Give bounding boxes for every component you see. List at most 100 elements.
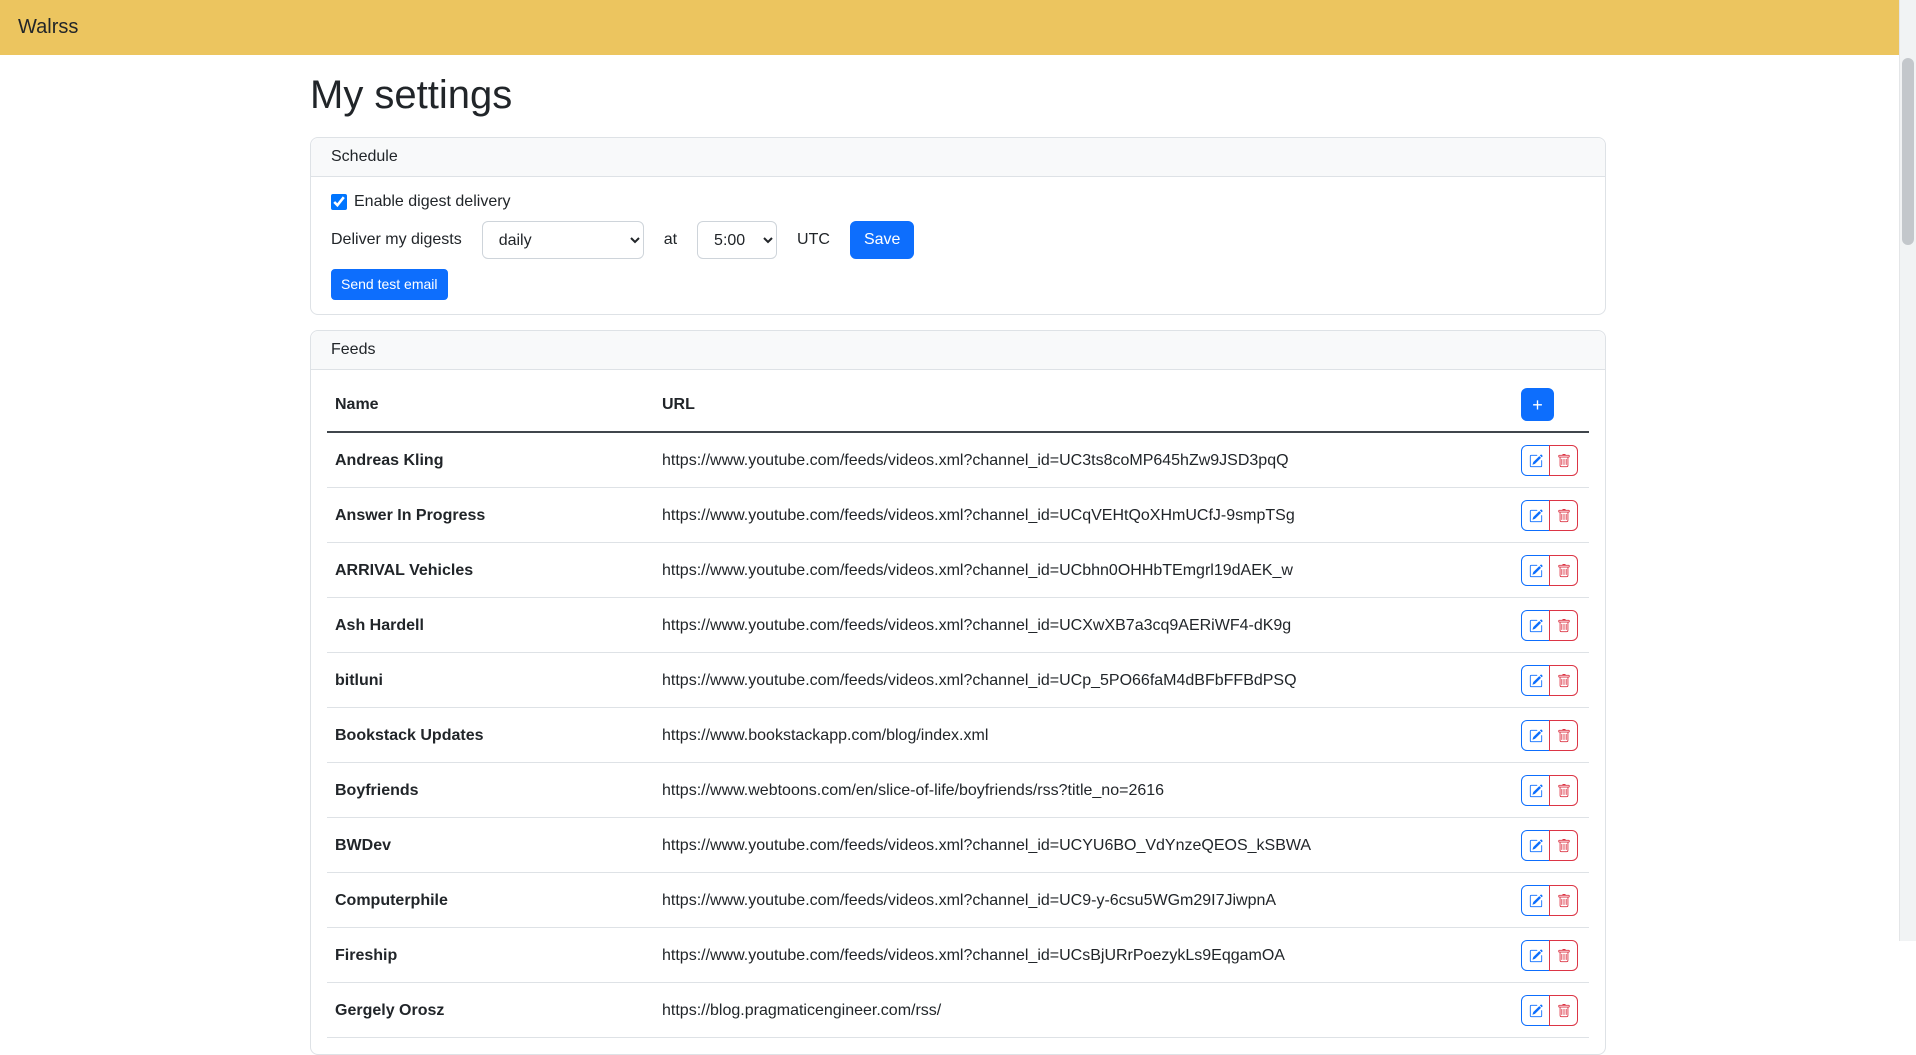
edit-feed-button[interactable] — [1521, 940, 1550, 971]
feed-actions-group — [1521, 610, 1578, 641]
delete-feed-button[interactable] — [1549, 830, 1578, 861]
feed-url-cell: https://www.youtube.com/feeds/videos.xml… — [654, 818, 1513, 873]
table-row: bitluni https://www.youtube.com/feeds/vi… — [327, 653, 1589, 708]
delete-feed-button[interactable] — [1549, 940, 1578, 971]
schedule-card-body: Enable digest delivery Deliver my digest… — [311, 177, 1605, 314]
delete-feed-button[interactable] — [1549, 555, 1578, 586]
frequency-select[interactable]: daily — [482, 221, 644, 259]
pencil-square-icon — [1529, 509, 1543, 523]
column-header-actions: + — [1513, 378, 1589, 432]
feed-actions-group — [1521, 665, 1578, 696]
edit-feed-button[interactable] — [1521, 665, 1550, 696]
delete-feed-button[interactable] — [1549, 885, 1578, 916]
edit-feed-button[interactable] — [1521, 720, 1550, 751]
add-feed-button[interactable]: + — [1521, 388, 1554, 421]
feed-actions-cell — [1513, 543, 1589, 598]
pencil-square-icon — [1529, 894, 1543, 908]
pencil-square-icon — [1529, 839, 1543, 853]
feed-name-cell: Bookstack Updates — [327, 708, 654, 763]
edit-feed-button[interactable] — [1521, 775, 1550, 806]
feed-actions-group — [1521, 720, 1578, 751]
deliver-label: Deliver my digests — [331, 231, 462, 249]
feed-actions-cell — [1513, 708, 1589, 763]
feed-actions-cell — [1513, 763, 1589, 818]
table-row: BWDev https://www.youtube.com/feeds/vide… — [327, 818, 1589, 873]
feed-actions-cell — [1513, 488, 1589, 543]
page-scrollbar[interactable] — [1899, 0, 1916, 941]
main-content: My settings Schedule Enable digest deliv… — [298, 55, 1618, 1055]
trash-icon — [1557, 564, 1571, 578]
save-button[interactable]: Save — [850, 221, 914, 259]
feed-actions-cell — [1513, 818, 1589, 873]
timezone-label: UTC — [797, 231, 830, 249]
feed-actions-group — [1521, 555, 1578, 586]
pencil-square-icon — [1529, 674, 1543, 688]
column-header-name: Name — [327, 378, 654, 432]
time-select[interactable]: 5:00 — [697, 221, 777, 259]
feeds-table: Name URL + Andreas Kling https://www.you… — [327, 378, 1589, 1038]
feed-actions-group — [1521, 995, 1578, 1026]
delete-feed-button[interactable] — [1549, 995, 1578, 1026]
pencil-square-icon — [1529, 619, 1543, 633]
delete-feed-button[interactable] — [1549, 500, 1578, 531]
feed-actions-cell — [1513, 598, 1589, 653]
edit-feed-button[interactable] — [1521, 885, 1550, 916]
feed-name-cell: Answer In Progress — [327, 488, 654, 543]
delete-feed-button[interactable] — [1549, 610, 1578, 641]
feed-actions-cell — [1513, 983, 1589, 1038]
trash-icon — [1557, 1004, 1571, 1018]
feeds-table-body: Andreas Kling https://www.youtube.com/fe… — [327, 432, 1589, 1038]
feed-url-cell: https://www.youtube.com/feeds/videos.xml… — [654, 928, 1513, 983]
feed-name-cell: BWDev — [327, 818, 654, 873]
feed-actions-cell — [1513, 928, 1589, 983]
scrollbar-thumb[interactable] — [1902, 58, 1914, 245]
feed-url-cell: https://www.youtube.com/feeds/videos.xml… — [654, 873, 1513, 928]
schedule-card-header: Schedule — [311, 138, 1605, 177]
feed-actions-group — [1521, 500, 1578, 531]
feed-name-cell: ARRIVAL Vehicles — [327, 543, 654, 598]
table-row: ARRIVAL Vehicles https://www.youtube.com… — [327, 543, 1589, 598]
feed-actions-cell — [1513, 873, 1589, 928]
table-row: Boyfriends https://www.webtoons.com/en/s… — [327, 763, 1589, 818]
feed-actions-group — [1521, 830, 1578, 861]
feed-url-cell: https://blog.pragmaticengineer.com/rss/ — [654, 983, 1513, 1038]
send-test-email-button[interactable]: Send test email — [331, 269, 448, 300]
edit-feed-button[interactable] — [1521, 500, 1550, 531]
delete-feed-button[interactable] — [1549, 445, 1578, 476]
edit-feed-button[interactable] — [1521, 995, 1550, 1026]
brand-link[interactable]: Walrss — [18, 16, 78, 39]
trash-icon — [1557, 509, 1571, 523]
feed-name-cell: Andreas Kling — [327, 432, 654, 488]
feed-actions-group — [1521, 885, 1578, 916]
feed-actions-group — [1521, 775, 1578, 806]
enable-digest-checkbox[interactable] — [331, 194, 347, 210]
delete-feed-button[interactable] — [1549, 775, 1578, 806]
trash-icon — [1557, 729, 1571, 743]
edit-feed-button[interactable] — [1521, 445, 1550, 476]
feed-name-cell: Fireship — [327, 928, 654, 983]
feeds-card-header: Feeds — [311, 331, 1605, 370]
enable-digest-label[interactable]: Enable digest delivery — [354, 193, 511, 211]
feeds-card: Feeds Name URL + Andreas Kling http — [310, 330, 1606, 1055]
table-row: Computerphile https://www.youtube.com/fe… — [327, 873, 1589, 928]
schedule-card: Schedule Enable digest delivery Deliver … — [310, 137, 1606, 315]
table-row: Bookstack Updates https://www.bookstacka… — [327, 708, 1589, 763]
trash-icon — [1557, 454, 1571, 468]
page-title: My settings — [310, 71, 1606, 119]
feed-url-cell: https://www.youtube.com/feeds/videos.xml… — [654, 432, 1513, 488]
feed-actions-group — [1521, 445, 1578, 476]
feed-url-cell: https://www.webtoons.com/en/slice-of-lif… — [654, 763, 1513, 818]
at-label: at — [664, 231, 677, 249]
edit-feed-button[interactable] — [1521, 555, 1550, 586]
feeds-table-header-row: Name URL + — [327, 378, 1589, 432]
delete-feed-button[interactable] — [1549, 720, 1578, 751]
edit-feed-button[interactable] — [1521, 830, 1550, 861]
feed-url-cell: https://www.youtube.com/feeds/videos.xml… — [654, 653, 1513, 708]
pencil-square-icon — [1529, 949, 1543, 963]
table-row: Ash Hardell https://www.youtube.com/feed… — [327, 598, 1589, 653]
column-header-url: URL — [654, 378, 1513, 432]
table-row: Fireship https://www.youtube.com/feeds/v… — [327, 928, 1589, 983]
edit-feed-button[interactable] — [1521, 610, 1550, 641]
pencil-square-icon — [1529, 1004, 1543, 1018]
delete-feed-button[interactable] — [1549, 665, 1578, 696]
